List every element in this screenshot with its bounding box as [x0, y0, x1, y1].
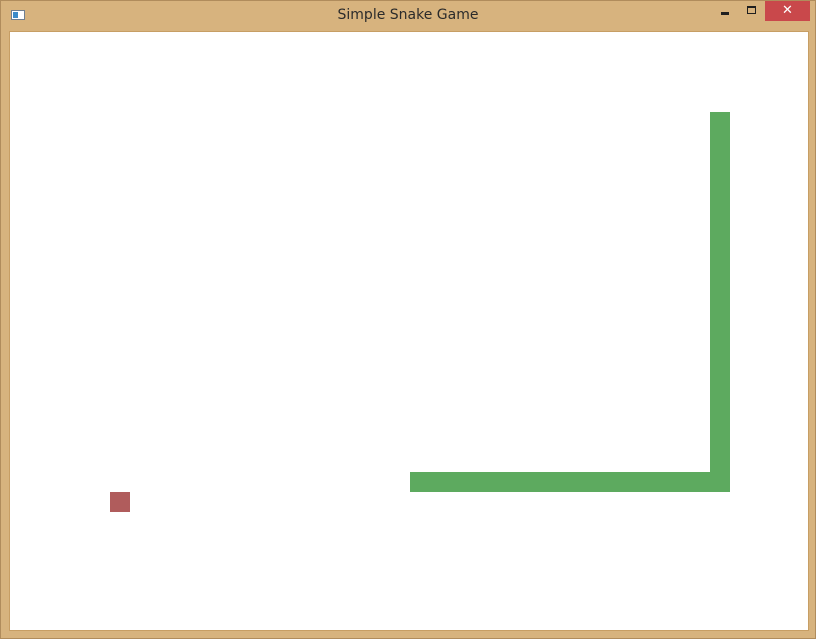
- snake-segment: [710, 372, 730, 392]
- snake-segment: [550, 472, 570, 492]
- snake-segment: [710, 252, 730, 272]
- snake-segment: [710, 132, 730, 152]
- snake-segment: [490, 472, 510, 492]
- snake-segment: [590, 472, 610, 492]
- food-pellet: [110, 492, 130, 512]
- snake-segment: [630, 472, 650, 492]
- game-board[interactable]: [10, 32, 808, 630]
- snake-segment: [710, 332, 730, 352]
- snake-segment: [570, 472, 590, 492]
- window-title: Simple Snake Game: [337, 7, 479, 23]
- snake-segment: [650, 472, 670, 492]
- maximize-button[interactable]: [739, 1, 765, 21]
- snake-segment: [710, 212, 730, 232]
- snake-segment: [430, 472, 450, 492]
- close-button[interactable]: ✕: [765, 1, 810, 21]
- snake-segment: [710, 192, 730, 212]
- snake-segment: [710, 352, 730, 372]
- snake-segment: [610, 472, 630, 492]
- snake-segment: [710, 472, 730, 492]
- snake-segment: [690, 472, 710, 492]
- snake-segment: [410, 472, 430, 492]
- minimize-icon: [721, 12, 729, 15]
- snake-segment: [710, 292, 730, 312]
- snake-segment: [530, 472, 550, 492]
- snake-segment: [710, 172, 730, 192]
- maximize-icon: [747, 6, 756, 14]
- title-bar[interactable]: Simple Snake Game ✕: [1, 1, 815, 30]
- snake-segment: [450, 472, 470, 492]
- snake-segment: [510, 472, 530, 492]
- snake-segment: [710, 432, 730, 452]
- minimize-button[interactable]: [713, 1, 739, 21]
- snake-segment: [710, 272, 730, 292]
- snake-segment: [710, 412, 730, 432]
- close-icon: ✕: [782, 3, 793, 18]
- snake-segment: [470, 472, 490, 492]
- snake-segment: [670, 472, 690, 492]
- snake-segment: [710, 152, 730, 172]
- snake-segment: [710, 392, 730, 412]
- app-window: Simple Snake Game ✕: [0, 0, 816, 639]
- snake-head: [710, 112, 730, 132]
- snake-segment: [710, 312, 730, 332]
- snake-segment: [710, 232, 730, 252]
- snake-segment: [710, 452, 730, 472]
- game-client-area: [9, 31, 809, 631]
